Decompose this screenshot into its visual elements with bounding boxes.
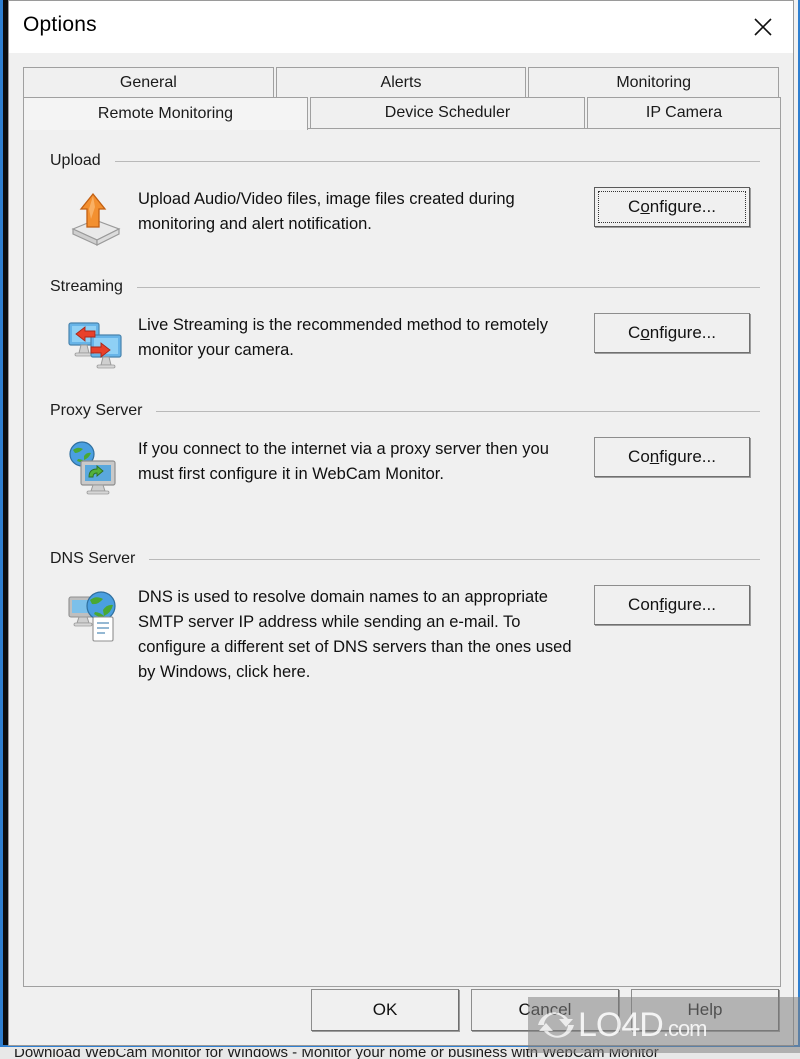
tab-monitoring[interactable]: Monitoring [528, 67, 780, 98]
tab-label: Device Scheduler [384, 104, 511, 121]
tab-row-2: Remote Monitoring Device Scheduler IP Ca… [23, 97, 781, 130]
section-description: DNS is used to resolve domain names to a… [138, 588, 572, 681]
configure-upload-button[interactable]: Co nfigure... [594, 187, 750, 227]
background-page-text-label: Download WebCam Monitor for Windows - Mo… [14, 1049, 659, 1059]
tab-label: General [119, 74, 177, 91]
button-cell: Configure... [594, 435, 760, 477]
ok-button[interactable]: OK [311, 989, 459, 1031]
section-dns-server: DNS Server DNS is used to resolve domain… [24, 549, 782, 685]
section-divider [156, 410, 760, 412]
section-upload: Upload Upload Audio/Video files, image f… [24, 151, 782, 247]
globe-document-dns-icon [52, 583, 138, 645]
section-header: Streaming [24, 277, 782, 297]
button-cell: Configure... [594, 311, 760, 353]
section-streaming: Streaming Live Streaming is the recommen… [24, 277, 782, 373]
button-accel-char: n [649, 447, 660, 466]
section-proxy-server: Proxy Server If you connect to the inter… [24, 401, 782, 497]
tab-label: Monitoring [616, 74, 692, 91]
tab-device-scheduler[interactable]: Device Scheduler [310, 97, 585, 128]
button-label-post: igure... [663, 595, 716, 614]
button-label-pre: C [628, 323, 641, 342]
section-row: Upload Audio/Video files, image files cr… [24, 171, 782, 247]
dialog-footer: OK Cancel Help [9, 975, 795, 1045]
button-label-post: figure... [659, 447, 716, 466]
button-label-pre: Con [628, 595, 660, 614]
section-title: Streaming [50, 278, 123, 295]
section-divider [149, 558, 760, 560]
section-divider [114, 160, 760, 162]
section-title: DNS Server [50, 550, 136, 567]
configure-proxy-button[interactable]: Co n figure... [594, 437, 750, 477]
section-row: DNS is used to resolve domain names to a… [24, 569, 782, 685]
section-header: DNS Server [24, 549, 782, 569]
focus-rectangle [598, 191, 746, 223]
window-title: Options [23, 13, 97, 36]
two-monitors-streaming-icon [52, 311, 138, 373]
button-cell: Configure... [594, 583, 760, 625]
title-bar: Options [9, 1, 793, 53]
button-cell: Configure... [594, 185, 760, 227]
tab-label: IP Camera [645, 104, 723, 121]
button-label-pre: Co [628, 447, 650, 466]
section-header: Proxy Server [24, 401, 782, 421]
cancel-button[interactable]: Cancel [471, 989, 619, 1031]
button-accel-char: o [640, 323, 650, 342]
section-description: Upload Audio/Video files, image files cr… [138, 190, 515, 233]
globe-monitor-proxy-icon [52, 435, 138, 497]
tab-label: Remote Monitoring [97, 105, 234, 122]
button-label-post: nfigure... [649, 323, 716, 342]
upload-tray-icon [52, 185, 138, 247]
section-description: Live Streaming is the recommended method… [138, 316, 548, 359]
tab-row-1: General Alerts Monitoring [23, 67, 781, 98]
configure-streaming-button[interactable]: Co nfigure... [594, 313, 750, 353]
section-row: Live Streaming is the recommended method… [24, 297, 782, 373]
section-row: If you connect to the internet via a pro… [24, 421, 782, 497]
tab-remote-monitoring[interactable]: Remote Monitoring [23, 97, 308, 130]
background-page-text: Download WebCam Monitor for Windows - Mo… [14, 1049, 786, 1059]
configure-dns-button[interactable]: Con f igure... [594, 585, 750, 625]
tab-page-remote-monitoring: Upload Upload Audio/Video files, image f… [23, 128, 781, 987]
section-title: Proxy Server [50, 402, 143, 419]
tab-alerts[interactable]: Alerts [275, 67, 527, 98]
section-description: If you connect to the internet via a pro… [138, 440, 549, 483]
section-header: Upload [24, 151, 782, 171]
section-divider [136, 286, 760, 288]
section-title: Upload [50, 152, 101, 169]
tab-general[interactable]: General [23, 67, 274, 98]
dialog-body: General Alerts Monitoring Remote Monitor… [9, 53, 793, 1045]
tab-label: Alerts [380, 74, 422, 91]
close-icon[interactable] [733, 1, 793, 53]
options-dialog: Options General Alerts Monitoring Remote… [8, 0, 794, 1046]
tab-ip-camera[interactable]: IP Camera [587, 97, 781, 128]
tab-control: General Alerts Monitoring Remote Monitor… [23, 67, 781, 987]
help-button[interactable]: Help [631, 989, 779, 1031]
